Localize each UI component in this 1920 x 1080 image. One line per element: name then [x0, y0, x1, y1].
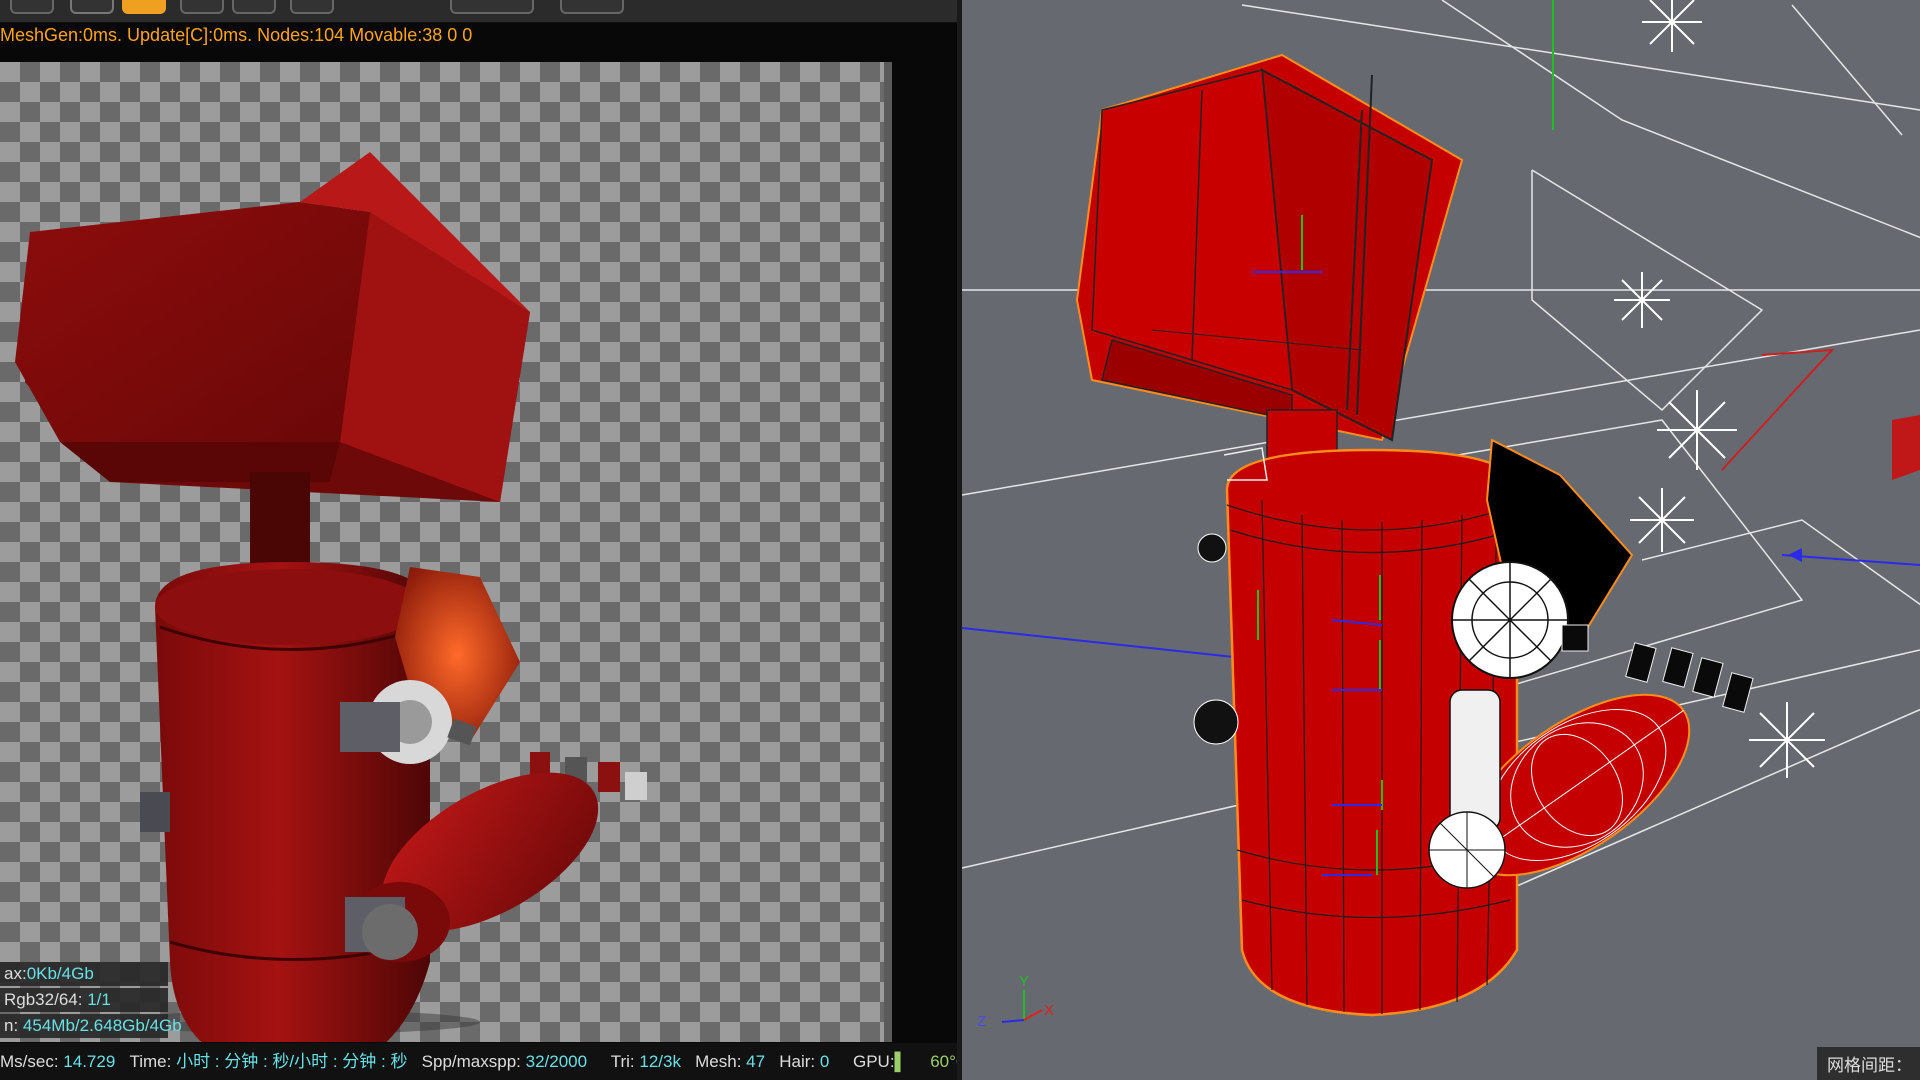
toolbar-button[interactable] — [10, 0, 54, 14]
toolbar-button[interactable] — [232, 0, 276, 14]
memory-max-info: ax:0Kb/4Gb — [0, 962, 168, 986]
grid-spacing-label: 网格间距： — [1817, 1047, 1920, 1080]
gpu-bar-icon: ▌ — [894, 1052, 907, 1071]
render-stats-line: MeshGen:0ms. Update[C]:0ms. Nodes:104 Mo… — [0, 25, 473, 45]
gear-model — [1451, 561, 1569, 679]
toolbar-button[interactable] — [290, 0, 334, 14]
gpu-memory-info: n: 454Mb/2.648Gb/4Gb — [0, 1014, 182, 1038]
arm-model — [1428, 689, 1691, 889]
axis-y-label: Y — [1019, 973, 1029, 990]
rendered-robot — [15, 152, 647, 1042]
axis-z-label: Z — [977, 1013, 986, 1030]
axis-x-label: X — [1044, 1002, 1054, 1019]
star-icon[interactable] — [70, 0, 114, 14]
render-pane: MeshGen:0ms. Update[C]:0ms. Nodes:104 Mo… — [0, 0, 968, 1080]
render-status-bar: Ms/sec: 14.729 Time: 小时 : 分钟 : 秒/小时 : 分钟… — [0, 1043, 968, 1080]
canvas-edge — [884, 62, 892, 1042]
toolbar-button-active[interactable] — [122, 0, 166, 14]
toolbar-dropdown[interactable] — [450, 0, 534, 14]
axis-gizmo: Y X Z — [977, 973, 1054, 1030]
toolbar-strip — [0, 0, 957, 23]
head-model — [1075, 53, 1464, 442]
head-front — [15, 202, 370, 442]
scene-viewport[interactable]: Y X Z 网格间距： — [962, 0, 1920, 1080]
toolbar-dropdown[interactable] — [560, 0, 624, 14]
wireframe-scene: Y X Z — [962, 0, 1920, 1030]
render-canvas[interactable]: ax:0Kb/4Gb Rgb32/64: 1/1 n: 454Mb/2.648G… — [0, 62, 884, 1042]
frame-buffer-info: Rgb32/64: 1/1 — [0, 988, 168, 1012]
toolbar-button[interactable] — [180, 0, 224, 14]
